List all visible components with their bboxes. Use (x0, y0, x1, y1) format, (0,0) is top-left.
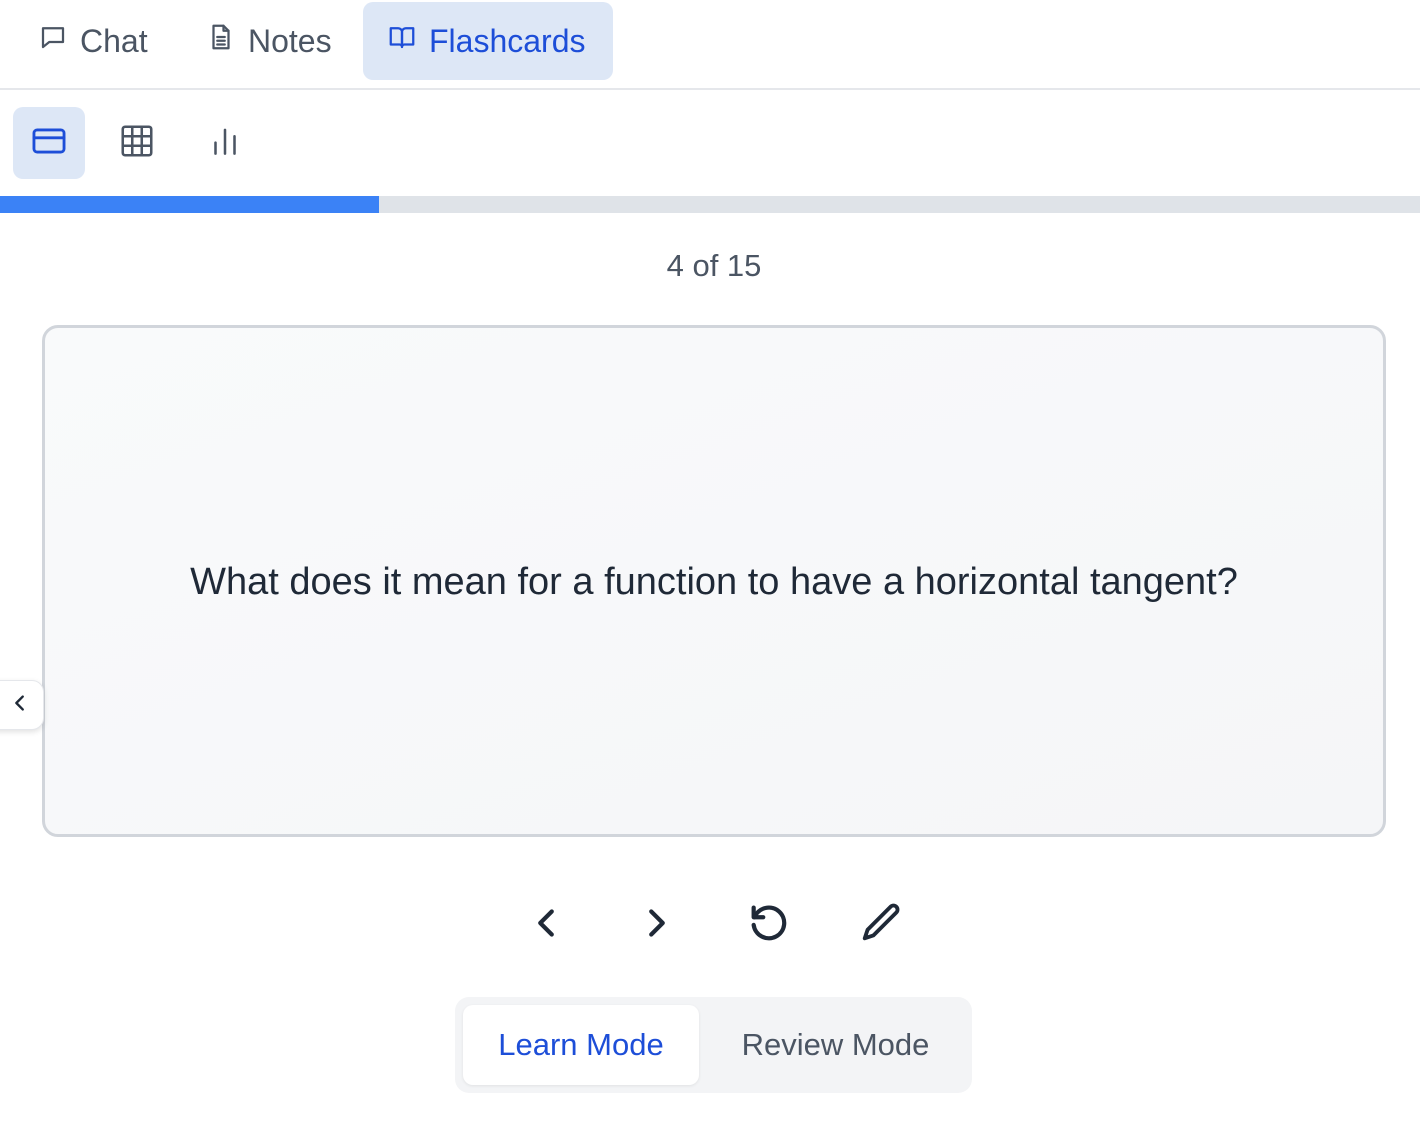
mode-toggle: Learn Mode Review Mode (455, 997, 972, 1093)
tab-flashcards-label: Flashcards (429, 22, 586, 59)
chevron-left-icon (5, 692, 31, 719)
progress-fill (0, 196, 380, 213)
open-book-icon (387, 22, 417, 60)
tab-chat[interactable]: Chat (14, 2, 172, 80)
chat-bubble-icon (38, 22, 68, 60)
card-view-button[interactable] (13, 107, 85, 179)
review-mode-button[interactable]: Review Mode (707, 1005, 964, 1085)
chevron-left-icon (523, 900, 569, 951)
flashcard-question: What does it mean for a function to have… (190, 560, 1238, 603)
tab-notes[interactable]: Notes (182, 2, 356, 80)
stats-view-button[interactable] (189, 107, 261, 179)
top-tab-bar: Chat Notes Flashcards (0, 0, 1420, 90)
flashcard[interactable]: What does it mean for a function to have… (42, 325, 1386, 837)
rotate-ccw-icon (746, 900, 792, 951)
bar-chart-icon (206, 122, 244, 165)
tab-notes-label: Notes (248, 22, 332, 59)
card-counter: 4 of 15 (666, 248, 762, 283)
tab-flashcards[interactable]: Flashcards (363, 2, 613, 80)
flashcards-app: Chat Notes Flashcards 4 of 15 What does … (0, 0, 1420, 1121)
progress-bar (0, 196, 1420, 213)
previous-card-button[interactable] (519, 898, 573, 952)
next-card-button[interactable] (630, 898, 684, 952)
grid-view-button[interactable] (101, 107, 173, 179)
tab-chat-label: Chat (80, 22, 148, 59)
edit-card-button[interactable] (854, 898, 908, 952)
collapse-sidebar-button[interactable] (0, 680, 44, 730)
document-icon (206, 22, 236, 60)
chevron-right-icon (634, 900, 680, 951)
card-icon (30, 122, 68, 165)
learn-mode-button[interactable]: Learn Mode (463, 1005, 699, 1085)
pencil-icon (858, 900, 904, 951)
reset-card-button[interactable] (742, 898, 796, 952)
grid-icon (118, 122, 156, 165)
